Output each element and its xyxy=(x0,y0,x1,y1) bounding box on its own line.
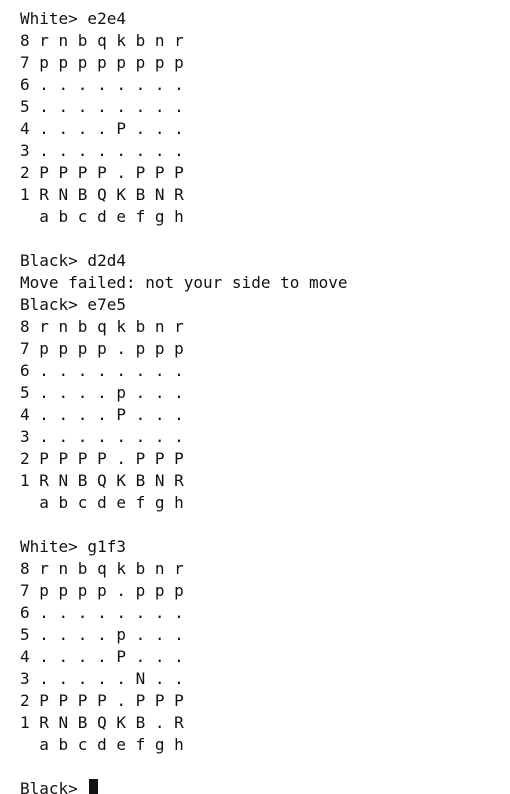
terminal-line: 8 r n b q k b n r xyxy=(20,31,184,50)
terminal-line: 5 . . . . . . . . xyxy=(20,97,184,116)
terminal-line: a b c d e f g h xyxy=(20,735,184,754)
terminal-line: 8 r n b q k b n r xyxy=(20,559,184,578)
terminal-line: Black> e7e5 xyxy=(20,295,126,314)
terminal-output: White> e2e4 8 r n b q k b n r 7 p p p p p … xyxy=(0,0,510,794)
terminal-line: a b c d e f g h xyxy=(20,493,184,512)
terminal-line: 1 R N B Q K B . R xyxy=(20,713,184,732)
terminal-line: 5 . . . . p . . . xyxy=(20,625,184,644)
terminal-line: 3 . . . . . . . . xyxy=(20,427,184,446)
prompt-label: Black> xyxy=(20,779,88,794)
terminal-line: 5 . . . . p . . . xyxy=(20,383,184,402)
terminal-line: 1 R N B Q K B N R xyxy=(20,185,184,204)
terminal-line: 7 p p p p . p p p xyxy=(20,339,184,358)
terminal-line: 3 . . . . . N . . xyxy=(20,669,184,688)
terminal-line: 7 p p p p p p p p xyxy=(20,53,184,72)
terminal-line: 2 P P P P . P P P xyxy=(20,449,184,468)
terminal-line: a b c d e f g h xyxy=(20,207,184,226)
command-prompt-line[interactable]: Black> xyxy=(20,778,510,794)
terminal-line: 6 . . . . . . . . xyxy=(20,603,184,622)
terminal-line: 3 . . . . . . . . xyxy=(20,141,184,160)
terminal-line: 4 . . . . P . . . xyxy=(20,119,184,138)
terminal-line: 4 . . . . P . . . xyxy=(20,405,184,424)
terminal-line: Black> d2d4 xyxy=(20,251,126,270)
terminal-line: 2 P P P P . P P P xyxy=(20,691,184,710)
terminal-line: 1 R N B Q K B N R xyxy=(20,471,184,490)
output-lines: White> e2e4 8 r n b q k b n r 7 p p p p p … xyxy=(20,8,510,778)
terminal-line: 7 p p p p . p p p xyxy=(20,581,184,600)
terminal-line: 6 . . . . . . . . xyxy=(20,75,184,94)
text-cursor xyxy=(89,779,99,794)
terminal-line: Move failed: not your side to move xyxy=(20,273,348,292)
terminal-line: 2 P P P P . P P P xyxy=(20,163,184,182)
terminal-line: White> e2e4 xyxy=(20,9,126,28)
terminal-line: 6 . . . . . . . . xyxy=(20,361,184,380)
terminal-line: White> g1f3 xyxy=(20,537,126,556)
terminal-line: 4 . . . . P . . . xyxy=(20,647,184,666)
terminal-line: 8 r n b q k b n r xyxy=(20,317,184,336)
